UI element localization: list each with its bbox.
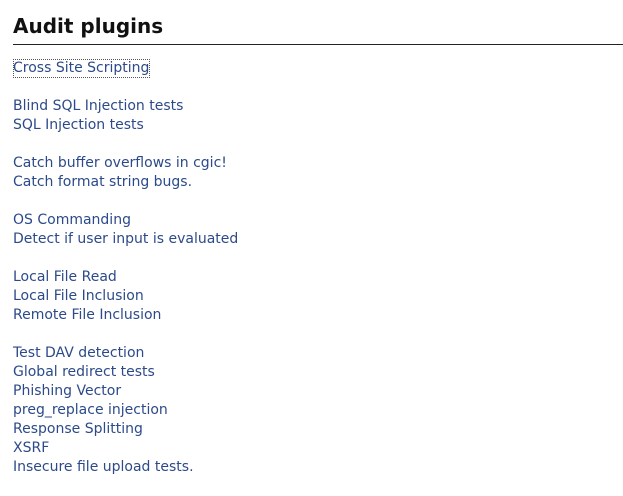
plugin-group-xss: Cross Site Scripting xyxy=(13,59,623,78)
plugin-list: Cross Site Scripting Blind SQL Injection… xyxy=(13,45,623,477)
plugin-link-file-upload[interactable]: Insecure file upload tests. xyxy=(13,458,194,477)
plugin-group-overflow: Catch buffer overflows in cgic! Catch fo… xyxy=(13,154,623,192)
plugin-link-preg-replace[interactable]: preg_replace injection xyxy=(13,401,168,420)
plugin-link-global-redirect[interactable]: Global redirect tests xyxy=(13,363,155,382)
plugin-group-file: Local File Read Local File Inclusion Rem… xyxy=(13,268,623,325)
plugin-link-blind-sql-injection[interactable]: Blind SQL Injection tests xyxy=(13,97,183,116)
plugin-group-misc: Test DAV detection Global redirect tests… xyxy=(13,344,623,477)
plugin-link-os-commanding[interactable]: OS Commanding xyxy=(13,211,131,230)
page-title: Audit plugins xyxy=(13,0,623,45)
plugin-link-local-file-inclusion[interactable]: Local File Inclusion xyxy=(13,287,144,306)
plugin-link-response-splitting[interactable]: Response Splitting xyxy=(13,420,143,439)
plugin-link-local-file-read[interactable]: Local File Read xyxy=(13,268,117,287)
plugin-link-format-string[interactable]: Catch format string bugs. xyxy=(13,173,192,192)
plugin-link-phishing-vector[interactable]: Phishing Vector xyxy=(13,382,121,401)
plugin-link-xsrf[interactable]: XSRF xyxy=(13,439,49,458)
plugin-link-eval[interactable]: Detect if user input is evaluated xyxy=(13,230,238,249)
plugin-group-os: OS Commanding Detect if user input is ev… xyxy=(13,211,623,249)
audit-plugins-page: Audit plugins Cross Site Scripting Blind… xyxy=(13,0,623,496)
plugin-group-sql: Blind SQL Injection tests SQL Injection … xyxy=(13,97,623,135)
plugin-link-sql-injection[interactable]: SQL Injection tests xyxy=(13,116,144,135)
plugin-link-cross-site-scripting[interactable]: Cross Site Scripting xyxy=(13,59,151,78)
plugin-link-buffer-overflow[interactable]: Catch buffer overflows in cgic! xyxy=(13,154,227,173)
plugin-link-dav-detection[interactable]: Test DAV detection xyxy=(13,344,144,363)
plugin-link-remote-file-inclusion[interactable]: Remote File Inclusion xyxy=(13,306,161,325)
